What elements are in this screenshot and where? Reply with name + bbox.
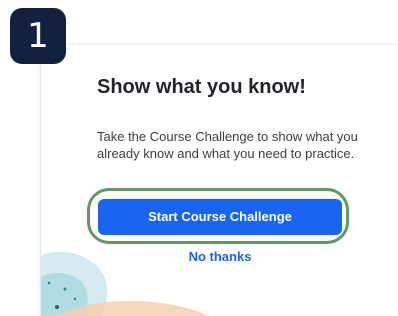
step-number-badge: 1: [10, 8, 66, 64]
screenshot-canvas: 1 Show what you know! Take the Course Ch…: [0, 0, 398, 316]
start-course-challenge-button[interactable]: Start Course Challenge: [98, 199, 342, 235]
dialog-title: Show what you know!: [97, 76, 306, 98]
no-thanks-link-row: No thanks: [0, 249, 398, 264]
dialog-description: Take the Course Challenge to show what y…: [97, 129, 358, 161]
no-thanks-link[interactable]: No thanks: [189, 249, 252, 264]
